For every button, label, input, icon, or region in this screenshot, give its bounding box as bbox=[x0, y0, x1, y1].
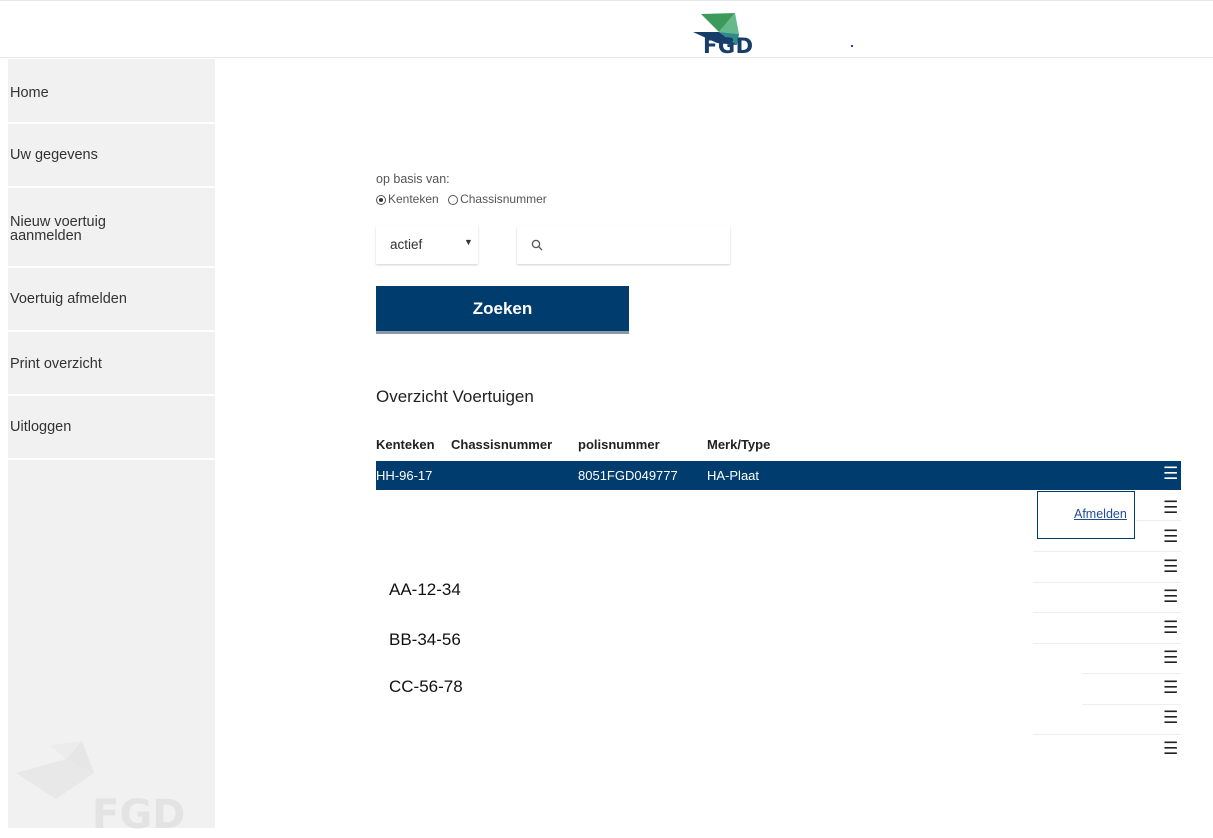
search-icon bbox=[531, 239, 543, 251]
search-input[interactable] bbox=[553, 235, 725, 257]
search-type-radio-group: Kenteken Chassisnummer bbox=[376, 192, 553, 206]
sidebar-item-label: Home bbox=[10, 85, 49, 101]
sidebar-item-label: Uitloggen bbox=[10, 419, 72, 435]
sidebar-item-label: Print overzicht bbox=[10, 356, 102, 372]
row-divider bbox=[1033, 734, 1181, 735]
status-select-value: actief bbox=[390, 237, 423, 252]
row-divider bbox=[1033, 612, 1181, 613]
sidebar: Home Uw gegevens Nieuw voertuig aanmelde… bbox=[8, 59, 215, 838]
radio-label: Kenteken bbox=[388, 192, 439, 206]
search-field bbox=[517, 226, 730, 264]
hamburger-icon[interactable]: ☰ bbox=[1163, 588, 1178, 605]
hamburger-icon[interactable]: ☰ bbox=[1163, 558, 1178, 575]
hamburger-icon[interactable]: ☰ bbox=[1163, 679, 1178, 696]
column-header-kenteken[interactable]: Kenteken bbox=[376, 437, 435, 452]
row-divider bbox=[1136, 520, 1181, 521]
sidebar-item-home[interactable]: Home bbox=[8, 59, 215, 124]
hamburger-icon[interactable]: ☰ bbox=[1163, 528, 1178, 545]
row-context-menu: Afmelden bbox=[1037, 491, 1135, 539]
sidebar-item-uw-gegevens[interactable]: Uw gegevens bbox=[8, 124, 215, 188]
hamburger-icon[interactable]: ☰ bbox=[1163, 465, 1178, 482]
row-divider bbox=[1082, 673, 1181, 674]
row-divider bbox=[1033, 551, 1181, 552]
cell-merk-type: HA-Plaat bbox=[707, 468, 760, 483]
plate-text: BB-34-56 bbox=[389, 630, 461, 649]
column-header-polisnummer[interactable]: polisnummer bbox=[578, 437, 660, 452]
plate-text: AA-12-34 bbox=[389, 580, 461, 599]
radio-chassisnummer[interactable]: Chassisnummer bbox=[448, 192, 547, 206]
table-row-selected[interactable]: HH-96-17 8051FGD049777 HA-Plaat bbox=[376, 461, 1181, 490]
radio-kenteken[interactable]: Kenteken bbox=[376, 192, 439, 206]
row-divider bbox=[1033, 643, 1181, 644]
sidebar-item-uitloggen[interactable]: Uitloggen bbox=[8, 396, 215, 460]
sidebar-item-label: Voertuig afmelden bbox=[10, 291, 127, 307]
search-basis-label: op basis van: bbox=[376, 172, 450, 186]
watermark-text: FGD bbox=[92, 792, 186, 838]
radio-unselected-icon bbox=[448, 195, 459, 205]
hamburger-icon[interactable]: ☰ bbox=[1163, 740, 1178, 757]
cell-kenteken: HH-96-17 bbox=[376, 468, 433, 483]
status-select[interactable]: actief ▼ bbox=[376, 226, 478, 264]
hamburger-icon[interactable]: ☰ bbox=[1163, 499, 1178, 516]
row-divider bbox=[1033, 582, 1181, 583]
sidebar-item-print-overzicht[interactable]: Print overzicht bbox=[8, 332, 215, 396]
radio-selected-icon bbox=[376, 195, 386, 205]
sidebar-item-nieuw-voertuig-aanmelden[interactable]: Nieuw voertuig aanmelden bbox=[8, 188, 215, 268]
hamburger-icon[interactable]: ☰ bbox=[1163, 649, 1178, 666]
header-dot bbox=[851, 45, 853, 47]
top-header: FGD bbox=[0, 0, 1213, 58]
sidebar-item-label: Uw gegevens bbox=[10, 147, 98, 163]
afmelden-link[interactable]: Afmelden bbox=[1074, 507, 1127, 521]
hamburger-icon[interactable]: ☰ bbox=[1163, 709, 1178, 726]
cell-polisnummer: 8051FGD049777 bbox=[578, 468, 678, 483]
sidebar-item-label: Nieuw voertuig aanmelden bbox=[10, 214, 106, 244]
overview-title: Overzicht Voertuigen bbox=[376, 387, 534, 406]
search-button[interactable]: Zoeken bbox=[376, 286, 629, 334]
column-header-chassisnummer[interactable]: Chassisnummer bbox=[451, 437, 552, 452]
plate-text: CC-56-78 bbox=[389, 677, 463, 696]
caret-down-icon: ▼ bbox=[464, 237, 473, 247]
sidebar-item-voertuig-afmelden[interactable]: Voertuig afmelden bbox=[8, 268, 215, 332]
row-divider bbox=[1082, 704, 1181, 705]
column-header-merk-type[interactable]: Merk/Type bbox=[707, 437, 770, 452]
logo-text: FGD bbox=[703, 34, 754, 58]
hamburger-icon[interactable]: ☰ bbox=[1163, 619, 1178, 636]
radio-label: Chassisnummer bbox=[460, 192, 547, 206]
